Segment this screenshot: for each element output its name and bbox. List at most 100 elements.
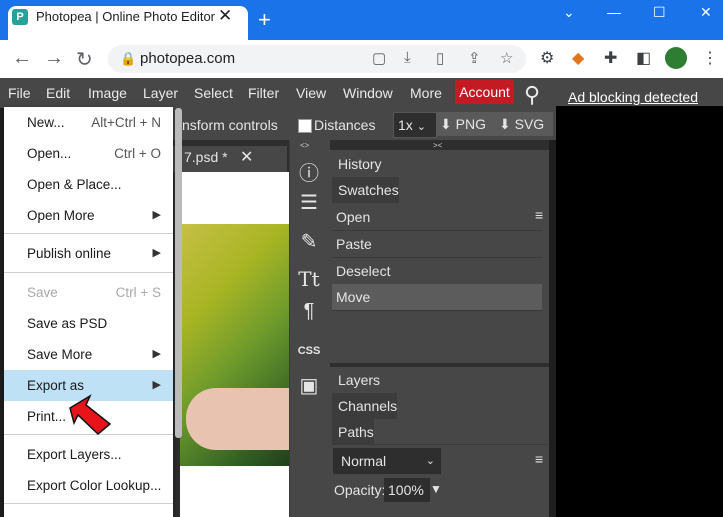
side-panel-icon[interactable]: ◧ bbox=[636, 48, 651, 68]
download-icon: ⬇ bbox=[499, 116, 511, 132]
image-icon[interactable]: ▣ bbox=[296, 373, 322, 398]
menu-scrollbar[interactable] bbox=[175, 108, 182, 438]
browser-tab-title: Photopea | Online Photo Editor bbox=[36, 9, 215, 24]
png-label: PNG bbox=[455, 116, 486, 132]
opacity-input[interactable]: 100% bbox=[384, 478, 430, 502]
menu-item-export-color-lookup[interactable]: Export Color Lookup... bbox=[4, 470, 173, 501]
history-item[interactable]: Paste bbox=[332, 231, 542, 258]
reload-icon[interactable]: ↻ bbox=[76, 47, 93, 72]
paragraph-icon[interactable]: ¶ bbox=[296, 300, 322, 323]
clipboard-icon[interactable]: ▢ bbox=[372, 49, 386, 67]
close-window-button[interactable]: ✕ bbox=[700, 4, 712, 21]
history-item-active[interactable]: Move bbox=[332, 284, 542, 311]
menu-view[interactable]: View bbox=[296, 85, 326, 101]
menu-item-label: Open & Place... bbox=[27, 177, 122, 192]
menu-item-shortcut: Ctrl + O bbox=[114, 146, 161, 161]
menu-item-open[interactable]: Open... Ctrl + O bbox=[4, 138, 173, 169]
metamask-fox-icon[interactable]: ◆ bbox=[572, 48, 584, 68]
submenu-arrow-icon: ▶ bbox=[152, 348, 161, 360]
tab-search-icon[interactable]: ⌄ bbox=[563, 4, 575, 21]
expand-icon[interactable]: >< bbox=[433, 141, 442, 150]
distances-checkbox[interactable] bbox=[298, 119, 312, 133]
menu-filter[interactable]: Filter bbox=[248, 85, 279, 101]
menu-select[interactable]: Select bbox=[194, 85, 233, 101]
submenu-arrow-icon: ▶ bbox=[152, 209, 161, 221]
document-close-icon[interactable]: ✕ bbox=[240, 147, 253, 167]
chevron-down-icon: ⌄ bbox=[425, 455, 435, 467]
export-svg-button[interactable]: ⬇ SVG bbox=[495, 112, 553, 136]
submenu-arrow-icon: ▶ bbox=[152, 247, 161, 259]
collapse-icon[interactable]: <> bbox=[300, 141, 309, 150]
new-tab-button[interactable]: + bbox=[258, 9, 271, 31]
menu-item-export-layers[interactable]: Export Layers... bbox=[4, 439, 173, 470]
blend-mode-select[interactable]: Normal ⌄ bbox=[333, 448, 441, 474]
chevron-down-icon: ⌄ bbox=[416, 121, 426, 133]
ad-area bbox=[556, 106, 723, 517]
red-arrow-icon bbox=[69, 394, 112, 436]
tab-swatches[interactable]: Swatches bbox=[332, 177, 399, 203]
history-item[interactable]: Open bbox=[332, 204, 542, 231]
profile-avatar[interactable] bbox=[665, 47, 687, 69]
url-text[interactable]: photopea.com bbox=[140, 50, 235, 67]
menu-window[interactable]: Window bbox=[343, 85, 393, 101]
menu-item-open-more[interactable]: Open More ▶ bbox=[4, 200, 173, 231]
tab-history[interactable]: History bbox=[332, 151, 382, 177]
menu-item-open-place[interactable]: Open & Place... bbox=[4, 169, 173, 200]
photopea-favicon-icon: P bbox=[12, 9, 28, 25]
lock-icon[interactable]: 🔒 bbox=[120, 51, 136, 67]
share-icon[interactable]: ⇪ bbox=[468, 49, 481, 67]
menu-item-label: Save More bbox=[27, 347, 93, 362]
zoom-value: 1x bbox=[398, 117, 413, 133]
page-icon[interactable]: ▯ bbox=[436, 49, 444, 67]
submenu-arrow-icon: ▶ bbox=[152, 379, 161, 391]
tab-paths[interactable]: Paths bbox=[332, 419, 374, 445]
bookmark-star-icon[interactable]: ☆ bbox=[500, 49, 513, 67]
menu-item-publish-online[interactable]: Publish online ▶ bbox=[4, 238, 173, 269]
zoom-select[interactable]: 1x ⌄ bbox=[393, 112, 437, 138]
menu-item-label: Print... bbox=[27, 409, 67, 424]
menu-item-save-more[interactable]: Save More ▶ bbox=[4, 339, 173, 370]
history-item[interactable]: Deselect bbox=[332, 258, 542, 285]
export-png-button[interactable]: ⬇ PNG bbox=[436, 112, 496, 136]
menu-image[interactable]: Image bbox=[88, 85, 127, 101]
minimize-button[interactable]: — bbox=[607, 4, 621, 20]
tab-close-icon[interactable]: ✕ bbox=[218, 6, 232, 26]
blend-mode-value: Normal bbox=[341, 453, 387, 469]
extension-icon[interactable]: ⚙ bbox=[540, 48, 554, 68]
adjustments-icon[interactable]: ☰ bbox=[296, 190, 322, 215]
install-icon[interactable]: ⤓ bbox=[404, 49, 411, 66]
character-icon[interactable]: Tt bbox=[296, 267, 322, 291]
opacity-dropdown-icon[interactable]: ▼ bbox=[430, 482, 442, 496]
menu-item-save[interactable]: Save Ctrl + S bbox=[4, 277, 173, 308]
maximize-button[interactable]: ☐ bbox=[653, 4, 666, 21]
menu-edit[interactable]: Edit bbox=[46, 85, 70, 101]
menu-layer[interactable]: Layer bbox=[143, 85, 178, 101]
browser-menu-icon[interactable]: ⋮ bbox=[702, 48, 718, 68]
info-icon[interactable]: ⓘ bbox=[296, 157, 322, 186]
svg-label: SVG bbox=[514, 116, 545, 132]
ad-blocking-link[interactable]: Ad blocking detected bbox=[568, 89, 698, 105]
menu-item-label: Export Layers... bbox=[27, 447, 122, 462]
download-icon: ⬇ bbox=[440, 116, 452, 132]
tab-layers[interactable]: Layers bbox=[332, 367, 380, 393]
document-tab-title[interactable]: 7.psd * bbox=[184, 149, 228, 165]
menu-more[interactable]: More bbox=[410, 85, 442, 101]
forward-arrow-icon[interactable]: → bbox=[44, 47, 64, 70]
menu-item-new[interactable]: New... Alt+Ctrl + N bbox=[4, 107, 173, 138]
css-icon[interactable]: CSS bbox=[296, 345, 322, 357]
brush-icon[interactable]: ✎ bbox=[296, 229, 322, 254]
extensions-puzzle-icon[interactable]: ✚ bbox=[604, 48, 617, 68]
menu-item-label: Save bbox=[27, 285, 58, 300]
tab-channels[interactable]: Channels bbox=[332, 393, 398, 419]
menu-item-save-as-psd[interactable]: Save as PSD bbox=[4, 308, 173, 339]
transform-controls-label[interactable]: nsform controls bbox=[182, 117, 278, 133]
layers-menu-icon[interactable]: ≡ bbox=[535, 451, 543, 467]
menu-item-label: Open... bbox=[27, 146, 72, 161]
account-button[interactable]: Account bbox=[455, 80, 514, 104]
menu-item-label: New... bbox=[27, 115, 65, 130]
back-arrow-icon[interactable]: ← bbox=[12, 47, 32, 70]
opacity-label: Opacity: bbox=[334, 482, 386, 498]
menu-file[interactable]: File bbox=[8, 85, 31, 101]
search-icon[interactable]: ⚲ bbox=[524, 82, 540, 108]
menu-item-label: Open More bbox=[27, 208, 95, 223]
